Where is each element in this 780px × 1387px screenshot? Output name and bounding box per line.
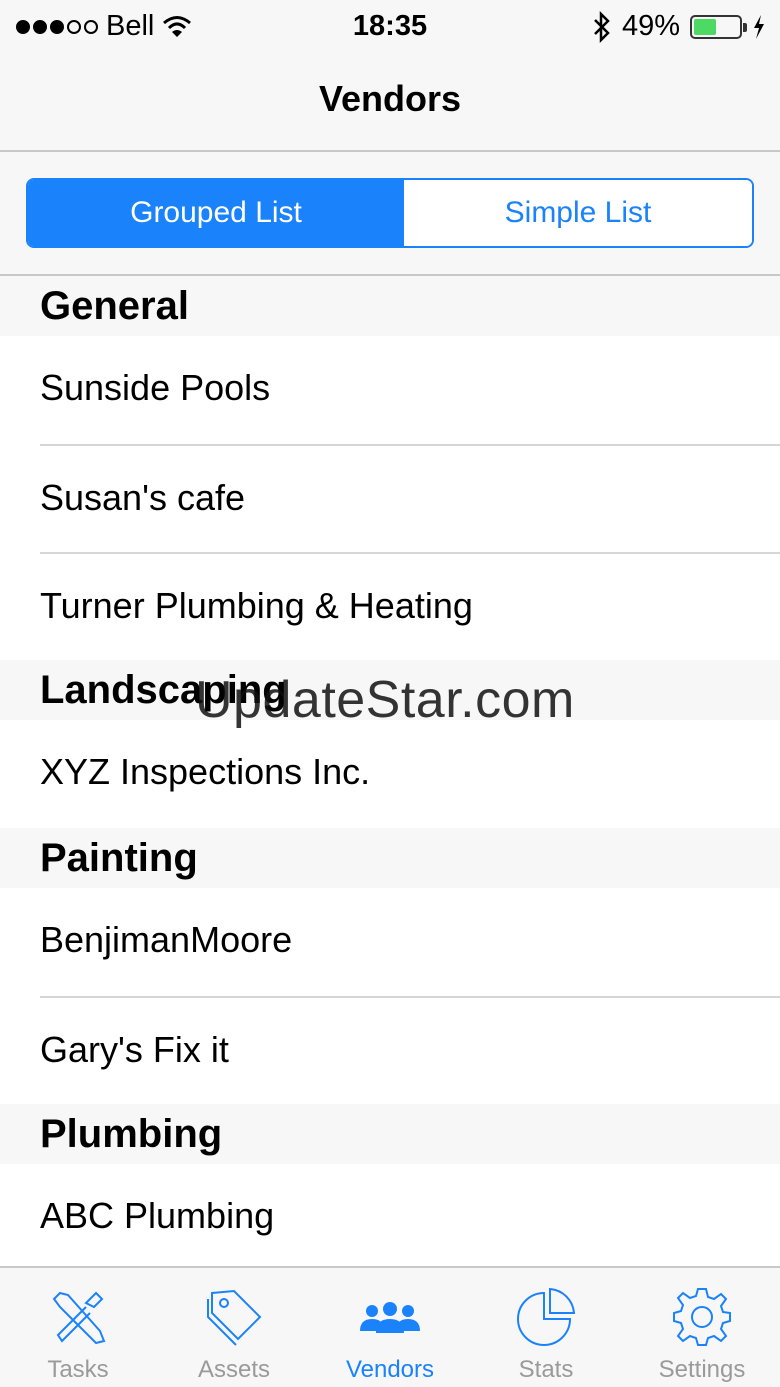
tab-label: Assets bbox=[197, 1356, 271, 1383]
pie-chart-icon bbox=[511, 1282, 581, 1352]
status-bar: Bell 18:35 49% bbox=[0, 0, 780, 56]
tab-label: Tasks bbox=[47, 1356, 109, 1383]
tab-vendors[interactable]: Vendors bbox=[312, 1268, 468, 1387]
list-item[interactable]: Turner Plumbing & Heating bbox=[40, 552, 780, 660]
charging-icon bbox=[754, 14, 764, 39]
list-item[interactable]: ABC Plumbing bbox=[40, 1164, 780, 1266]
battery-area: 49% bbox=[592, 10, 766, 43]
section-header-painting: Painting bbox=[0, 828, 780, 888]
tab-settings[interactable]: Settings bbox=[624, 1268, 780, 1387]
list-item[interactable]: Gary's Fix it bbox=[40, 996, 780, 1104]
list-mode-segmented-control: Grouped List Simple List bbox=[26, 178, 754, 248]
section-header-general: General bbox=[0, 276, 780, 336]
tab-stats[interactable]: Stats bbox=[468, 1268, 624, 1387]
list-item[interactable]: Susan's cafe bbox=[40, 444, 780, 552]
tags-icon bbox=[199, 1282, 269, 1352]
segment-simple-list[interactable]: Simple List bbox=[404, 180, 752, 246]
section-header-plumbing: Plumbing bbox=[0, 1104, 780, 1164]
page-title: Vendors bbox=[318, 78, 462, 119]
list-item[interactable]: XYZ Inspections Inc. bbox=[40, 720, 780, 828]
tab-tasks[interactable]: Tasks bbox=[0, 1268, 156, 1387]
tab-assets[interactable]: Assets bbox=[156, 1268, 312, 1387]
list-item[interactable]: Sunside Pools bbox=[40, 336, 780, 444]
gear-icon bbox=[667, 1282, 737, 1352]
tab-bar: Tasks Assets Vendors Stats Settings bbox=[0, 1266, 780, 1387]
tab-label: Stats bbox=[518, 1356, 574, 1383]
battery-icon bbox=[690, 14, 747, 39]
section-header-landscaping: Landscaping bbox=[0, 660, 780, 720]
tab-label: Vendors bbox=[345, 1356, 435, 1383]
segment-bar: Grouped List Simple List bbox=[0, 152, 780, 276]
people-icon bbox=[355, 1282, 425, 1352]
tools-icon bbox=[43, 1282, 113, 1352]
vendor-list[interactable]: General Sunside Pools Susan's cafe Turne… bbox=[0, 276, 780, 1266]
battery-percent: 49% bbox=[621, 10, 680, 42]
segment-grouped-list[interactable]: Grouped List bbox=[28, 180, 404, 246]
navigation-bar: Vendors bbox=[0, 56, 780, 152]
tab-label: Settings bbox=[658, 1356, 746, 1383]
bluetooth-icon bbox=[594, 10, 610, 43]
list-item[interactable]: BenjimanMoore bbox=[40, 888, 780, 996]
